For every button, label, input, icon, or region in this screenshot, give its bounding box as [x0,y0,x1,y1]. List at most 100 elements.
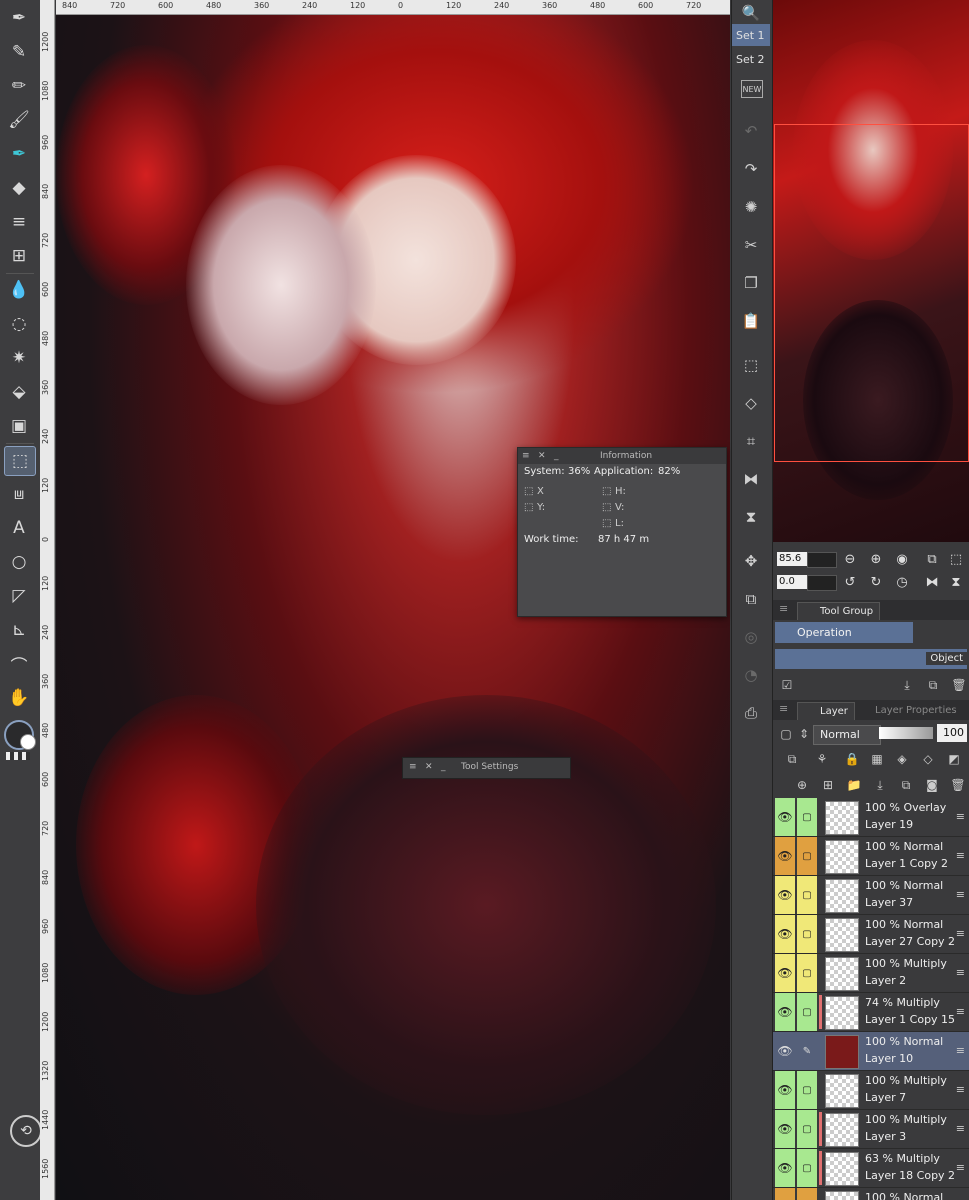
gradient-icon[interactable]: ▣ [4,412,34,440]
visibility-eye-icon[interactable]: 👁 [775,1188,795,1200]
tool-object[interactable]: Object [775,649,967,669]
flip-horizontal-icon[interactable]: ⧓ [736,466,766,492]
vector-icon[interactable]: ⩏ [4,480,34,508]
new-vector-layer-icon[interactable]: ⊞ [819,776,837,794]
tool-settings-icon[interactable]: ☑ [778,676,796,694]
visibility-eye-icon[interactable]: 👁 [775,1071,795,1109]
opacity-slider[interactable] [879,727,933,739]
layer-row[interactable]: 👁▢100 % Normal≡ [773,1188,969,1200]
delete-layer-icon[interactable]: 🗑 [949,776,967,794]
operation-icon[interactable]: ⬚ [4,446,36,476]
visibility-eye-icon[interactable]: 👁 [775,954,795,992]
layer-row[interactable]: 👁 ✎ 100 % Normal Layer 10 ≡ [773,1032,969,1071]
blend-mode-select[interactable]: Normal [813,725,881,745]
layer-row[interactable]: 👁 ▢ 100 % Normal Layer 27 Copy 2 ≡ [773,915,969,954]
layer-row[interactable]: 👁 ▢ 100 % Normal Layer 37 ≡ [773,876,969,915]
visibility-eye-icon[interactable]: 👁 [775,1110,795,1148]
grid-icon[interactable]: ⊞ [4,242,34,270]
layer-row[interactable]: 👁 ▢ 100 % Normal Layer 1 Copy 2 ≡ [773,837,969,876]
zoom-out-icon[interactable]: ⊖ [841,550,859,568]
grip-icon[interactable]: ≡ [779,702,788,715]
copy-icon[interactable]: ❐ [736,270,766,296]
search-icon[interactable]: 🔍 [736,0,766,26]
grip-icon[interactable]: ≡ [409,758,417,776]
lock-icon[interactable]: 🔒 [843,750,861,768]
lock-checkbox-icon[interactable]: ▢ [797,1188,817,1200]
tool-settings-panel[interactable]: ≡ ✕ _ Tool Settings [402,757,571,779]
layer-row[interactable]: 👁 ▢ 100 % Multiply Layer 2 ≡ [773,954,969,993]
layer-menu-icon[interactable]: ≡ [956,1122,965,1135]
transfer-down-icon[interactable]: ⤓ [871,776,889,794]
text-icon[interactable]: A [4,514,34,542]
lock-checkbox-icon[interactable]: ▢ [797,954,817,992]
paste-icon[interactable]: 📋 [736,308,766,334]
information-header[interactable]: ≡ ✕ _ Information [518,448,726,464]
minimize-icon[interactable]: _ [554,448,559,464]
export-icon[interactable]: ⎙ [736,700,766,726]
loading-icon[interactable]: ✺ [736,194,766,220]
clip-icon[interactable]: ⧉ [783,750,801,768]
layer-menu-icon[interactable]: ≡ [956,810,965,823]
fill-icon[interactable]: ⬙ [4,378,34,406]
free-transform-icon[interactable]: ◇ [736,390,766,416]
layer-menu-icon[interactable]: ≡ [956,1083,965,1096]
visibility-eye-icon[interactable]: 👁 [775,993,795,1031]
rotate-right-icon[interactable]: ↻ [867,573,885,591]
hand-icon[interactable]: ✋ [4,684,34,712]
mask-enable-icon[interactable]: ◇ [919,750,937,768]
pen-icon[interactable]: ✎ [4,38,34,66]
close-icon[interactable]: ✕ [425,758,433,776]
frame-icon[interactable]: ◸ [4,582,34,610]
opacity-field[interactable]: 100 [937,724,967,742]
layer-row[interactable]: 👁 ▢ 74 % Multiply Layer 1 Copy 15 ≡ [773,993,969,1032]
fit-window-icon[interactable]: ⬚ [947,550,965,568]
information-panel[interactable]: ≡ ✕ _ Information System: 36% Applicatio… [517,447,727,617]
flip-v-icon[interactable]: ⧗ [947,573,965,591]
balloon-icon[interactable]: ○ [4,548,34,576]
visibility-eye-icon[interactable]: 👁 [775,915,795,953]
ruler-icon[interactable]: ⊾ [4,616,34,644]
record-icon[interactable]: ◎ [736,624,766,650]
lock-checkbox-icon[interactable]: ▢ [797,876,817,914]
set-2-tab[interactable]: Set 2 [732,48,770,70]
flip-h-icon[interactable]: ⧓ [923,573,941,591]
sub-color-icon[interactable] [20,734,36,750]
merge-icon[interactable]: ⧉ [897,776,915,794]
snap-icon[interactable]: ⧉ [736,586,766,612]
lock-checkbox-icon[interactable]: ▢ [797,915,817,953]
layer-menu-icon[interactable]: ≡ [956,966,965,979]
lock-transparent-icon[interactable]: ▦ [868,750,886,768]
timelapse-icon[interactable]: ◔ [736,662,766,688]
grip-icon[interactable]: ≡ [779,602,788,615]
move-icon[interactable]: ✥ [736,548,766,574]
lock-checkbox-icon[interactable]: ▢ [797,993,817,1031]
navigator-viewport-frame[interactable] [774,124,969,462]
magic-wand-icon[interactable]: ✷ [4,344,34,372]
reset-rotate-icon[interactable]: ◷ [893,573,911,591]
lock-checkbox-icon[interactable]: ▢ [797,837,817,875]
blend-icon[interactable]: 💧 [4,276,34,304]
layer-menu-icon[interactable]: ≡ [956,888,965,901]
reference-icon[interactable]: ⚘ [813,750,831,768]
eyedropper-icon[interactable]: ⌒ [4,650,34,678]
layer-mask-icon[interactable]: ◙ [923,776,941,794]
layer-row[interactable]: 👁 ▢ 100 % Multiply Layer 3 ≡ [773,1110,969,1149]
visibility-eye-icon[interactable]: 👁 [775,876,795,914]
flip-vertical-icon[interactable]: ⧗ [736,504,766,530]
lock-checkbox-icon[interactable]: ▢ [797,1149,817,1187]
rotate-left-icon[interactable]: ↺ [841,573,859,591]
tool-operation[interactable]: Operation [775,622,913,643]
visibility-eye-icon[interactable]: 👁 [775,798,795,836]
tool-delete-icon[interactable]: 🗑 [950,676,968,694]
mesh-transform-icon[interactable]: ⌗ [736,428,766,454]
layer-type-icon[interactable]: ▢ [777,725,795,743]
layer-row[interactable]: 👁 ▢ 100 % Overlay Layer 19 ≡ [773,798,969,837]
layer-row[interactable]: 👁 ▢ 100 % Multiply Layer 7 ≡ [773,1071,969,1110]
set-1-tab[interactable]: Set 1 [732,24,770,46]
visibility-eye-icon[interactable]: 👁 [775,837,795,875]
zoom-field[interactable]: 85.6 [777,552,807,566]
ruler-enable-icon[interactable]: ◩ [945,750,963,768]
undo-icon[interactable]: ↶ [736,118,766,144]
stepper-icon[interactable]: ⇕ [795,725,813,743]
lasso-icon[interactable]: ◌ [4,310,34,338]
